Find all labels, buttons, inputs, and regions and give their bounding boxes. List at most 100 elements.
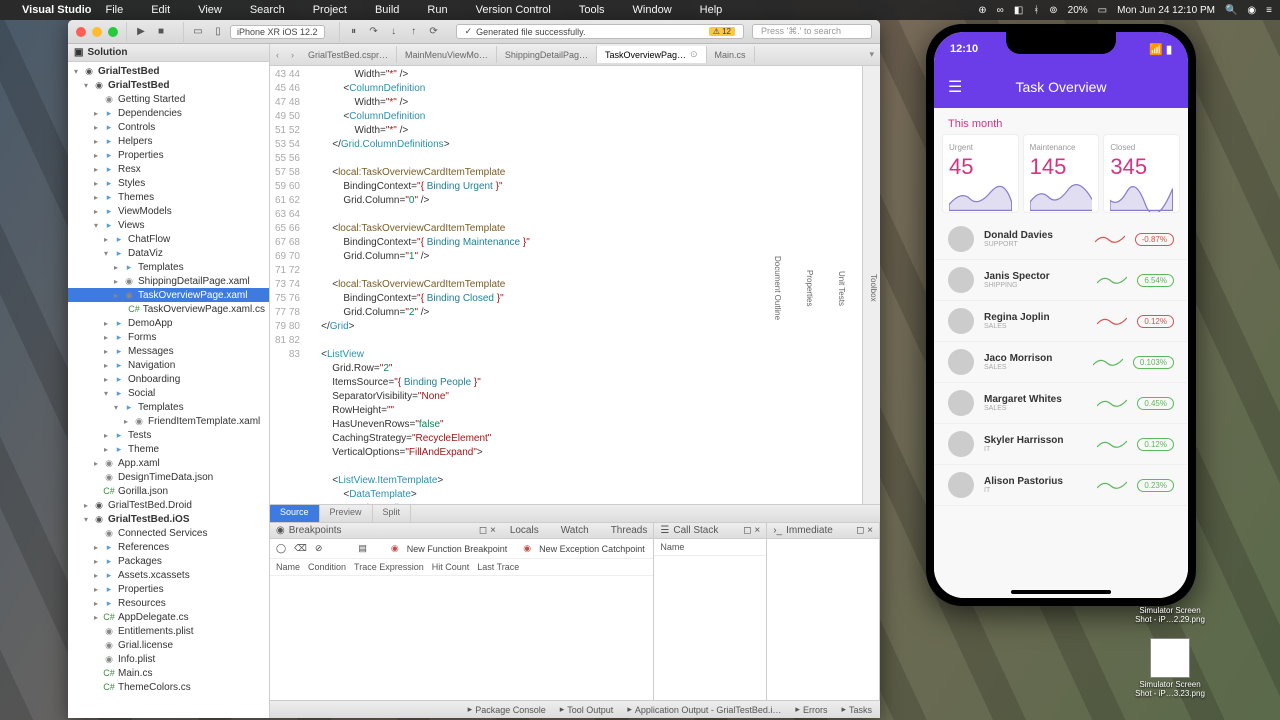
tree-item[interactable]: ▸▸ Controls xyxy=(68,120,269,134)
person-row[interactable]: Alison PastoriusIT 0.23% xyxy=(934,465,1188,506)
menuextra-icon[interactable]: ◧ xyxy=(1014,5,1023,16)
new-func-bp[interactable]: New Function Breakpoint xyxy=(407,544,508,554)
tree-item[interactable]: ▸▸ Styles xyxy=(68,176,269,190)
sb-errors[interactable]: ▸Errors xyxy=(795,704,827,715)
person-row[interactable]: Skyler HarrissonIT 0.12% xyxy=(934,424,1188,465)
tab-menu-icon[interactable]: ▾ xyxy=(863,49,880,60)
tree-item[interactable]: ▸▸ Properties xyxy=(68,148,269,162)
tree-item[interactable]: C# ThemeColors.cs xyxy=(68,680,269,694)
menu-tools[interactable]: Tools xyxy=(579,4,605,16)
step-in-icon[interactable]: ↓ xyxy=(386,24,402,40)
rail-document-outline[interactable]: Document Outline xyxy=(770,256,784,320)
desktop-screenshot[interactable]: Simulator Screen Shot - iP…3.23.png xyxy=(1130,638,1210,698)
rail-toolbox[interactable]: Toolbox xyxy=(866,274,880,302)
close-icon[interactable] xyxy=(76,27,86,37)
desktop-screenshot[interactable]: Simulator Screen Shot - iP…2.29.png xyxy=(1130,606,1210,624)
tree-item[interactable]: ▸◉ FriendItemTemplate.xaml xyxy=(68,414,269,428)
run-target[interactable]: iPhone XR iOS 12.2 xyxy=(230,25,325,39)
tree-item[interactable]: ▾◉ GrialTestBed xyxy=(68,64,269,78)
home-indicator[interactable] xyxy=(1011,590,1111,594)
bp-toggle-icon[interactable]: ◯ xyxy=(276,543,286,554)
overview-card[interactable]: Maintenance 145 xyxy=(1023,134,1100,213)
panel-breakpoints[interactable]: Breakpoints xyxy=(289,525,342,536)
tree-item[interactable]: ▸▸ Assets.xcassets xyxy=(68,568,269,582)
tree-item[interactable]: ▸▸ Themes xyxy=(68,190,269,204)
step-out-icon[interactable]: ↑ xyxy=(406,24,422,40)
device-icon[interactable]: ▯ xyxy=(210,24,226,40)
sb-tool[interactable]: ▸Tool Output xyxy=(560,704,614,715)
menuextra-icon[interactable]: ⊕ xyxy=(978,5,986,16)
person-row[interactable]: Regina JoplinSALES 0.12% xyxy=(934,301,1188,342)
wifi-icon[interactable]: ⊚ xyxy=(1049,5,1057,16)
tree-item[interactable]: ▸◉ App.xaml xyxy=(68,456,269,470)
tree-item[interactable]: ▸▸ Resx xyxy=(68,162,269,176)
siri-icon[interactable]: ◉ xyxy=(1247,5,1256,16)
tree-item[interactable]: ▸◉ TaskOverviewPage.xaml xyxy=(68,288,269,302)
pause-button[interactable]: ⏸ xyxy=(346,24,362,40)
battery-pct[interactable]: 20% xyxy=(1068,5,1088,16)
tree-item[interactable]: ▸▸ Forms xyxy=(68,330,269,344)
menu-build[interactable]: Build xyxy=(375,4,399,16)
menu-edit[interactable]: Edit xyxy=(151,4,170,16)
tree-item[interactable]: ▾◉ GrialTestBed xyxy=(68,78,269,92)
sim-content[interactable]: This month Urgent 45 Maintenance 145 Clo… xyxy=(934,108,1188,598)
rail-properties[interactable]: Properties xyxy=(802,270,816,306)
tree-item[interactable]: ◉ Grial.license xyxy=(68,638,269,652)
bluetooth-icon[interactable]: ᚼ xyxy=(1033,5,1039,16)
step-over-icon[interactable]: ↷ xyxy=(366,24,382,40)
overview-card[interactable]: Urgent 45 xyxy=(942,134,1019,213)
sb-tasks[interactable]: ▸Tasks xyxy=(841,704,872,715)
menu-version-control[interactable]: Version Control xyxy=(476,4,551,16)
solution-header[interactable]: ▣ Solution xyxy=(68,44,269,62)
menu-run[interactable]: Run xyxy=(427,4,447,16)
menu-project[interactable]: Project xyxy=(313,4,347,16)
menu-help[interactable]: Help xyxy=(700,4,723,16)
tree-item[interactable]: C# Gorilla.json xyxy=(68,484,269,498)
solution-tree[interactable]: ▾◉ GrialTestBed ▾◉ GrialTestBed ◉ Gettin… xyxy=(68,62,269,718)
tree-item[interactable]: ◉ Getting Started xyxy=(68,92,269,106)
nav-fwd-icon[interactable]: › xyxy=(285,50,300,60)
tree-item[interactable]: ▸▸ Resources xyxy=(68,596,269,610)
panel-locals[interactable]: Locals xyxy=(510,525,539,536)
tree-item[interactable]: ▾▸ Views xyxy=(68,218,269,232)
battery-icon[interactable]: ▭ xyxy=(1098,5,1107,16)
tree-item[interactable]: ▸▸ ViewModels xyxy=(68,204,269,218)
tree-item[interactable]: ▸C# AppDelegate.cs xyxy=(68,610,269,624)
rail-unit-tests[interactable]: Unit Tests xyxy=(834,271,848,306)
bp-disable-icon[interactable]: ⊘ xyxy=(315,543,323,554)
menu-file[interactable]: File xyxy=(105,4,123,16)
tree-item[interactable]: ◉ Connected Services xyxy=(68,526,269,540)
overview-card[interactable]: Closed 345 xyxy=(1103,134,1180,213)
notif-center-icon[interactable]: ≡ xyxy=(1266,5,1272,16)
spotlight-icon[interactable]: 🔍 xyxy=(1225,5,1237,16)
nav-back-icon[interactable]: ‹ xyxy=(270,50,285,60)
tree-item[interactable]: ▾◉ GrialTestBed.iOS xyxy=(68,512,269,526)
restart-icon[interactable]: ⟳ xyxy=(426,24,442,40)
panel-watch[interactable]: Watch xyxy=(561,525,589,536)
new-exc-catch[interactable]: New Exception Catchpoint xyxy=(539,544,645,554)
editor-tab[interactable]: TaskOverviewPag… ⊙ xyxy=(597,46,707,63)
tree-item[interactable]: ◉ Info.plist xyxy=(68,652,269,666)
tree-item[interactable]: ▸▸ Onboarding xyxy=(68,372,269,386)
editor-tab[interactable]: Main.cs xyxy=(707,46,755,63)
sb-package[interactable]: ▸Package Console xyxy=(468,704,546,715)
run-button[interactable]: ▶ xyxy=(133,24,149,40)
tree-item[interactable]: ▾▸ Social xyxy=(68,386,269,400)
menu-search[interactable]: Search xyxy=(250,4,285,16)
tree-item[interactable]: ▸▸ ChatFlow xyxy=(68,232,269,246)
person-row[interactable]: Jaco MorrisonSALES 0.103% xyxy=(934,342,1188,383)
tree-item[interactable]: ▸▸ DemoApp xyxy=(68,316,269,330)
menu-app-name[interactable]: Visual Studio xyxy=(22,4,91,16)
tree-item[interactable]: C# Main.cs xyxy=(68,666,269,680)
global-search[interactable]: Press '⌘.' to search xyxy=(752,24,872,39)
tree-item[interactable]: ▾▸ DataViz xyxy=(68,246,269,260)
tree-item[interactable]: ▸◉ ShippingDetailPage.xaml xyxy=(68,274,269,288)
tree-item[interactable]: ◉ Entitlements.plist xyxy=(68,624,269,638)
zoom-icon[interactable] xyxy=(108,27,118,37)
tree-item[interactable]: ▸▸ Properties xyxy=(68,582,269,596)
tree-item[interactable]: ▸▸ Tests xyxy=(68,428,269,442)
person-row[interactable]: Janis SpectorSHIPPING 6.54% xyxy=(934,260,1188,301)
view-tab-source[interactable]: Source xyxy=(270,505,320,522)
tree-item[interactable]: C# TaskOverviewPage.xaml.cs xyxy=(68,302,269,316)
person-row[interactable]: Margaret WhitesSALES 0.45% xyxy=(934,383,1188,424)
